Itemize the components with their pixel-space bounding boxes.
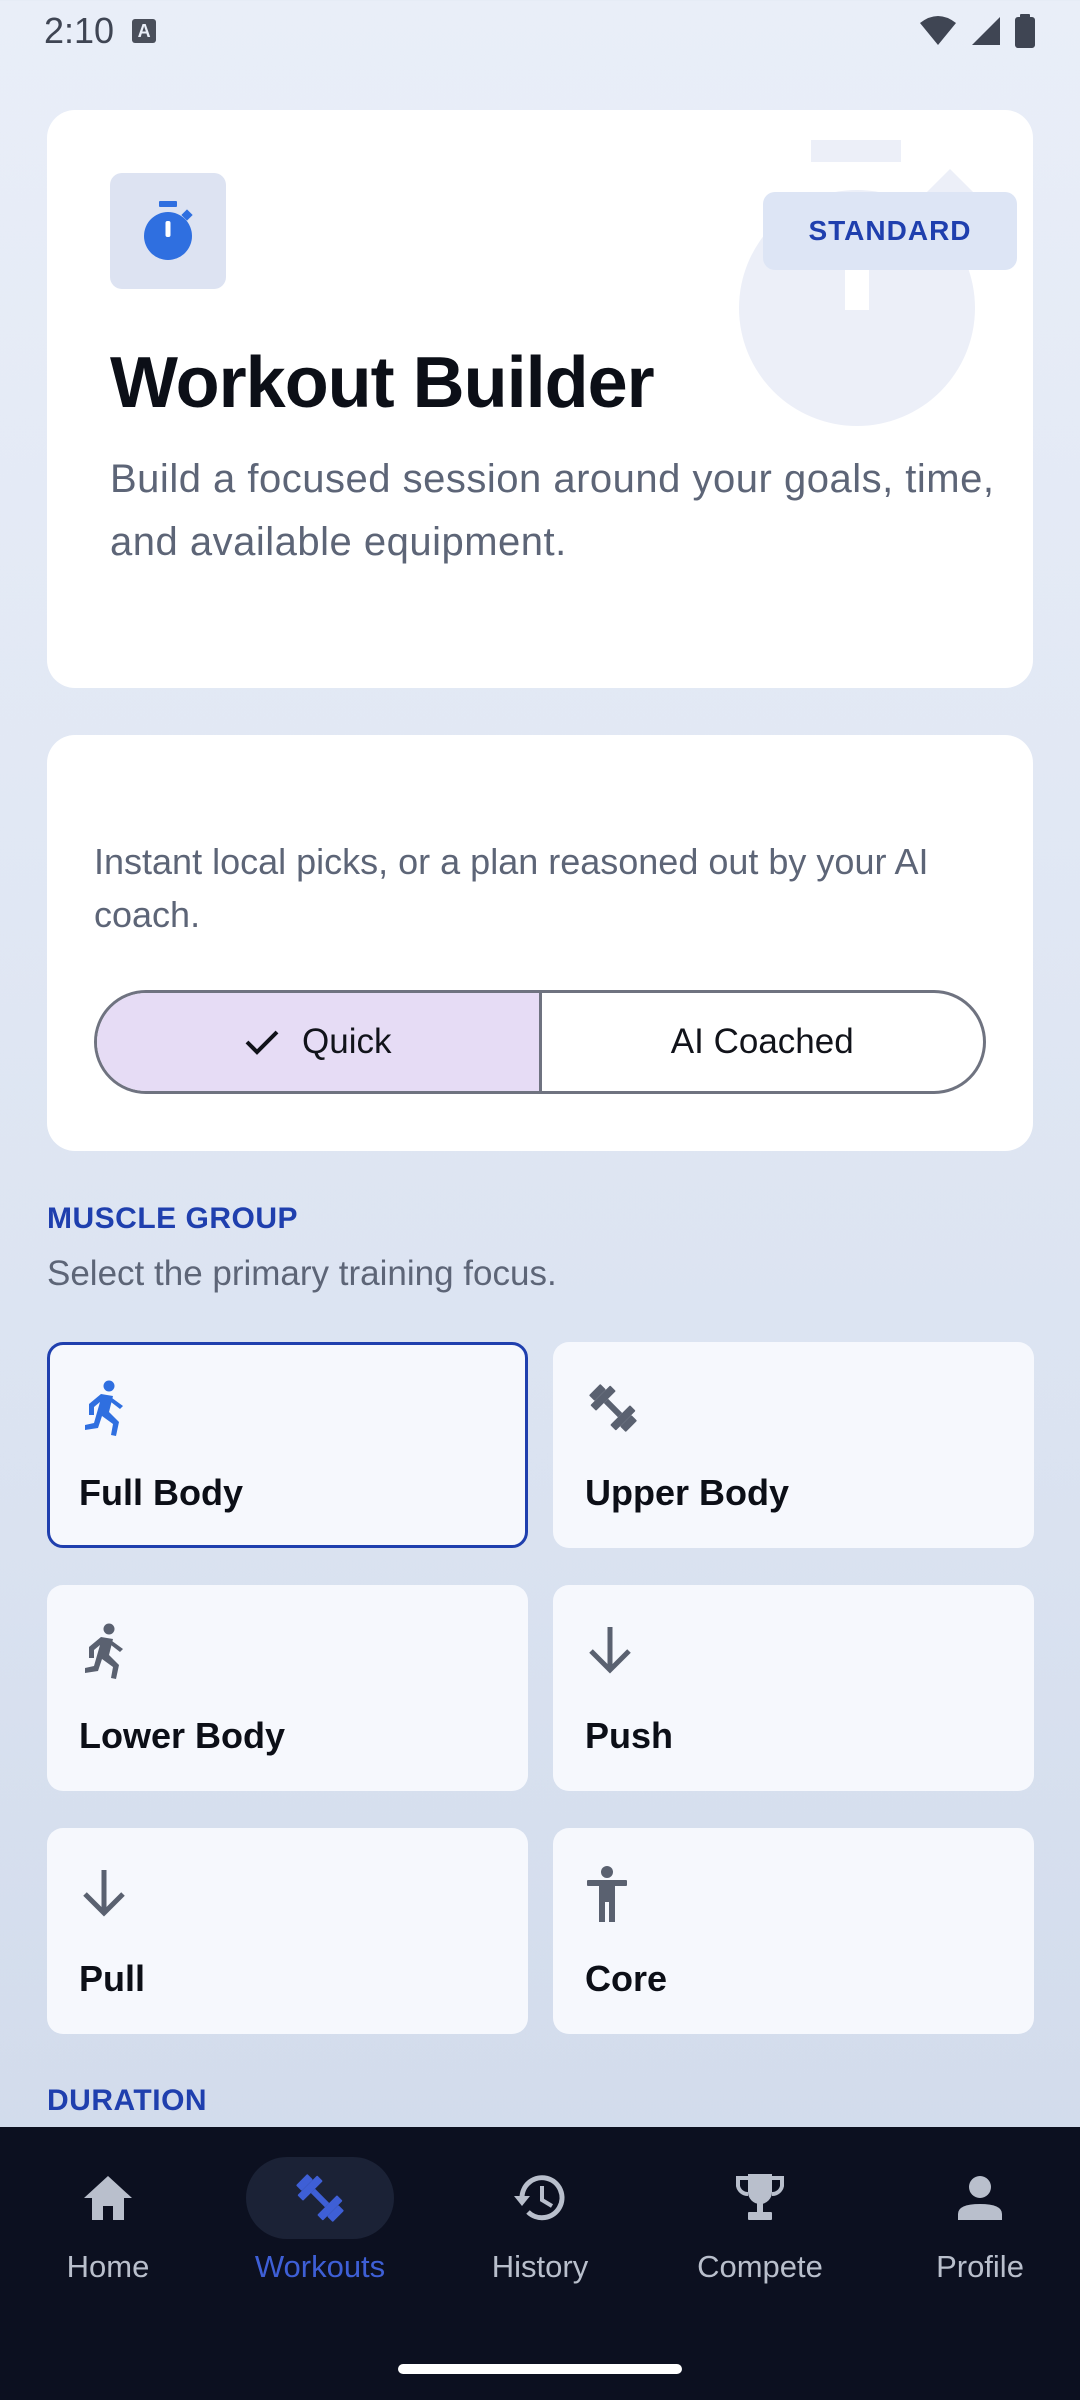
- nav-item-history[interactable]: History: [432, 2127, 648, 2327]
- plan-tier-badge: STANDARD: [763, 192, 1017, 270]
- muscle-option-label: Push: [585, 1715, 674, 1756]
- arrow-down-icon: [589, 1627, 631, 1674]
- coaching-mode-toggle: Quick AI Coached: [94, 990, 986, 1094]
- coaching-option-label: AI Coached: [670, 1022, 854, 1061]
- trophy-icon: [736, 2174, 784, 2220]
- nav-item-profile[interactable]: Profile: [872, 2127, 1080, 2327]
- nav-item-workouts[interactable]: Workouts: [212, 2127, 428, 2327]
- muscle-option-push[interactable]: Push: [553, 1585, 1034, 1791]
- history-icon: [514, 2175, 565, 2221]
- stopwatch-icon: [144, 201, 193, 260]
- muscle-option-label: Upper Body: [585, 1472, 790, 1513]
- nav-label: Compete: [697, 2249, 823, 2284]
- coaching-option-quick[interactable]: Quick: [97, 993, 542, 1091]
- home-icon: [84, 2176, 132, 2220]
- hero-icon-box: [110, 173, 226, 289]
- running-icon: [85, 1623, 123, 1679]
- person-icon: [958, 2176, 1002, 2220]
- arrow-down-icon: [83, 1870, 125, 1917]
- notification-icon: A: [132, 19, 157, 43]
- coaching-option-ai-coached[interactable]: AI Coached: [542, 993, 984, 1091]
- coaching-description: Instant local picks, or a plan reasoned …: [94, 841, 929, 935]
- person-standing-icon: [587, 1866, 627, 1922]
- dumbbell-icon: [589, 1384, 637, 1432]
- running-icon: [85, 1380, 123, 1436]
- muscle-option-upper-body[interactable]: Upper Body: [553, 1342, 1034, 1548]
- muscle-group-description: Select the primary training focus.: [47, 1254, 557, 1293]
- muscle-group-label: MUSCLE GROUP: [47, 1202, 299, 1235]
- nav-label: Workouts: [254, 2249, 386, 2284]
- dumbbell-icon: [296, 2174, 344, 2222]
- page-title: Workout Builder: [110, 343, 655, 423]
- home-indicator: [398, 2364, 682, 2374]
- page-subtitle: Build a focused session around your goal…: [110, 457, 995, 564]
- muscle-option-label: Pull: [79, 1958, 146, 1999]
- signal-icon: [972, 17, 1000, 45]
- nav-label: Profile: [936, 2249, 1024, 2284]
- check-icon: [245, 1030, 279, 1055]
- battery-icon: [1015, 14, 1035, 48]
- status-time: 2:10: [44, 10, 115, 51]
- coaching-option-label: Quick: [302, 1022, 392, 1061]
- muscle-option-label: Full Body: [79, 1472, 243, 1513]
- muscle-option-label: Core: [585, 1958, 668, 1999]
- bottom-nav: Home Workouts History Compete Profile: [0, 2127, 1080, 2400]
- muscle-option-lower-body[interactable]: Lower Body: [47, 1585, 528, 1791]
- hero-card: STANDARD Workout Builder Build a focused…: [47, 110, 1033, 688]
- coaching-card: COACHING Instant local picks, or a plan …: [47, 735, 1033, 1553]
- nav-label: Home: [66, 2249, 150, 2284]
- muscle-option-label: Lower Body: [79, 1715, 286, 1756]
- status-bar: 2:10 A: [0, 0, 1080, 62]
- stopwatch-watermark-icon: [739, 140, 975, 426]
- muscle-option-full-body[interactable]: Full Body: [47, 1342, 528, 1548]
- duration-label: DURATION: [47, 2084, 208, 2117]
- nav-label: History: [491, 2249, 589, 2284]
- muscle-option-core[interactable]: Core: [553, 1828, 1034, 2034]
- nav-item-home[interactable]: Home: [0, 2127, 216, 2327]
- muscle-option-pull[interactable]: Pull: [47, 1828, 528, 2034]
- wifi-icon: [920, 16, 956, 45]
- nav-item-compete[interactable]: Compete: [652, 2127, 868, 2327]
